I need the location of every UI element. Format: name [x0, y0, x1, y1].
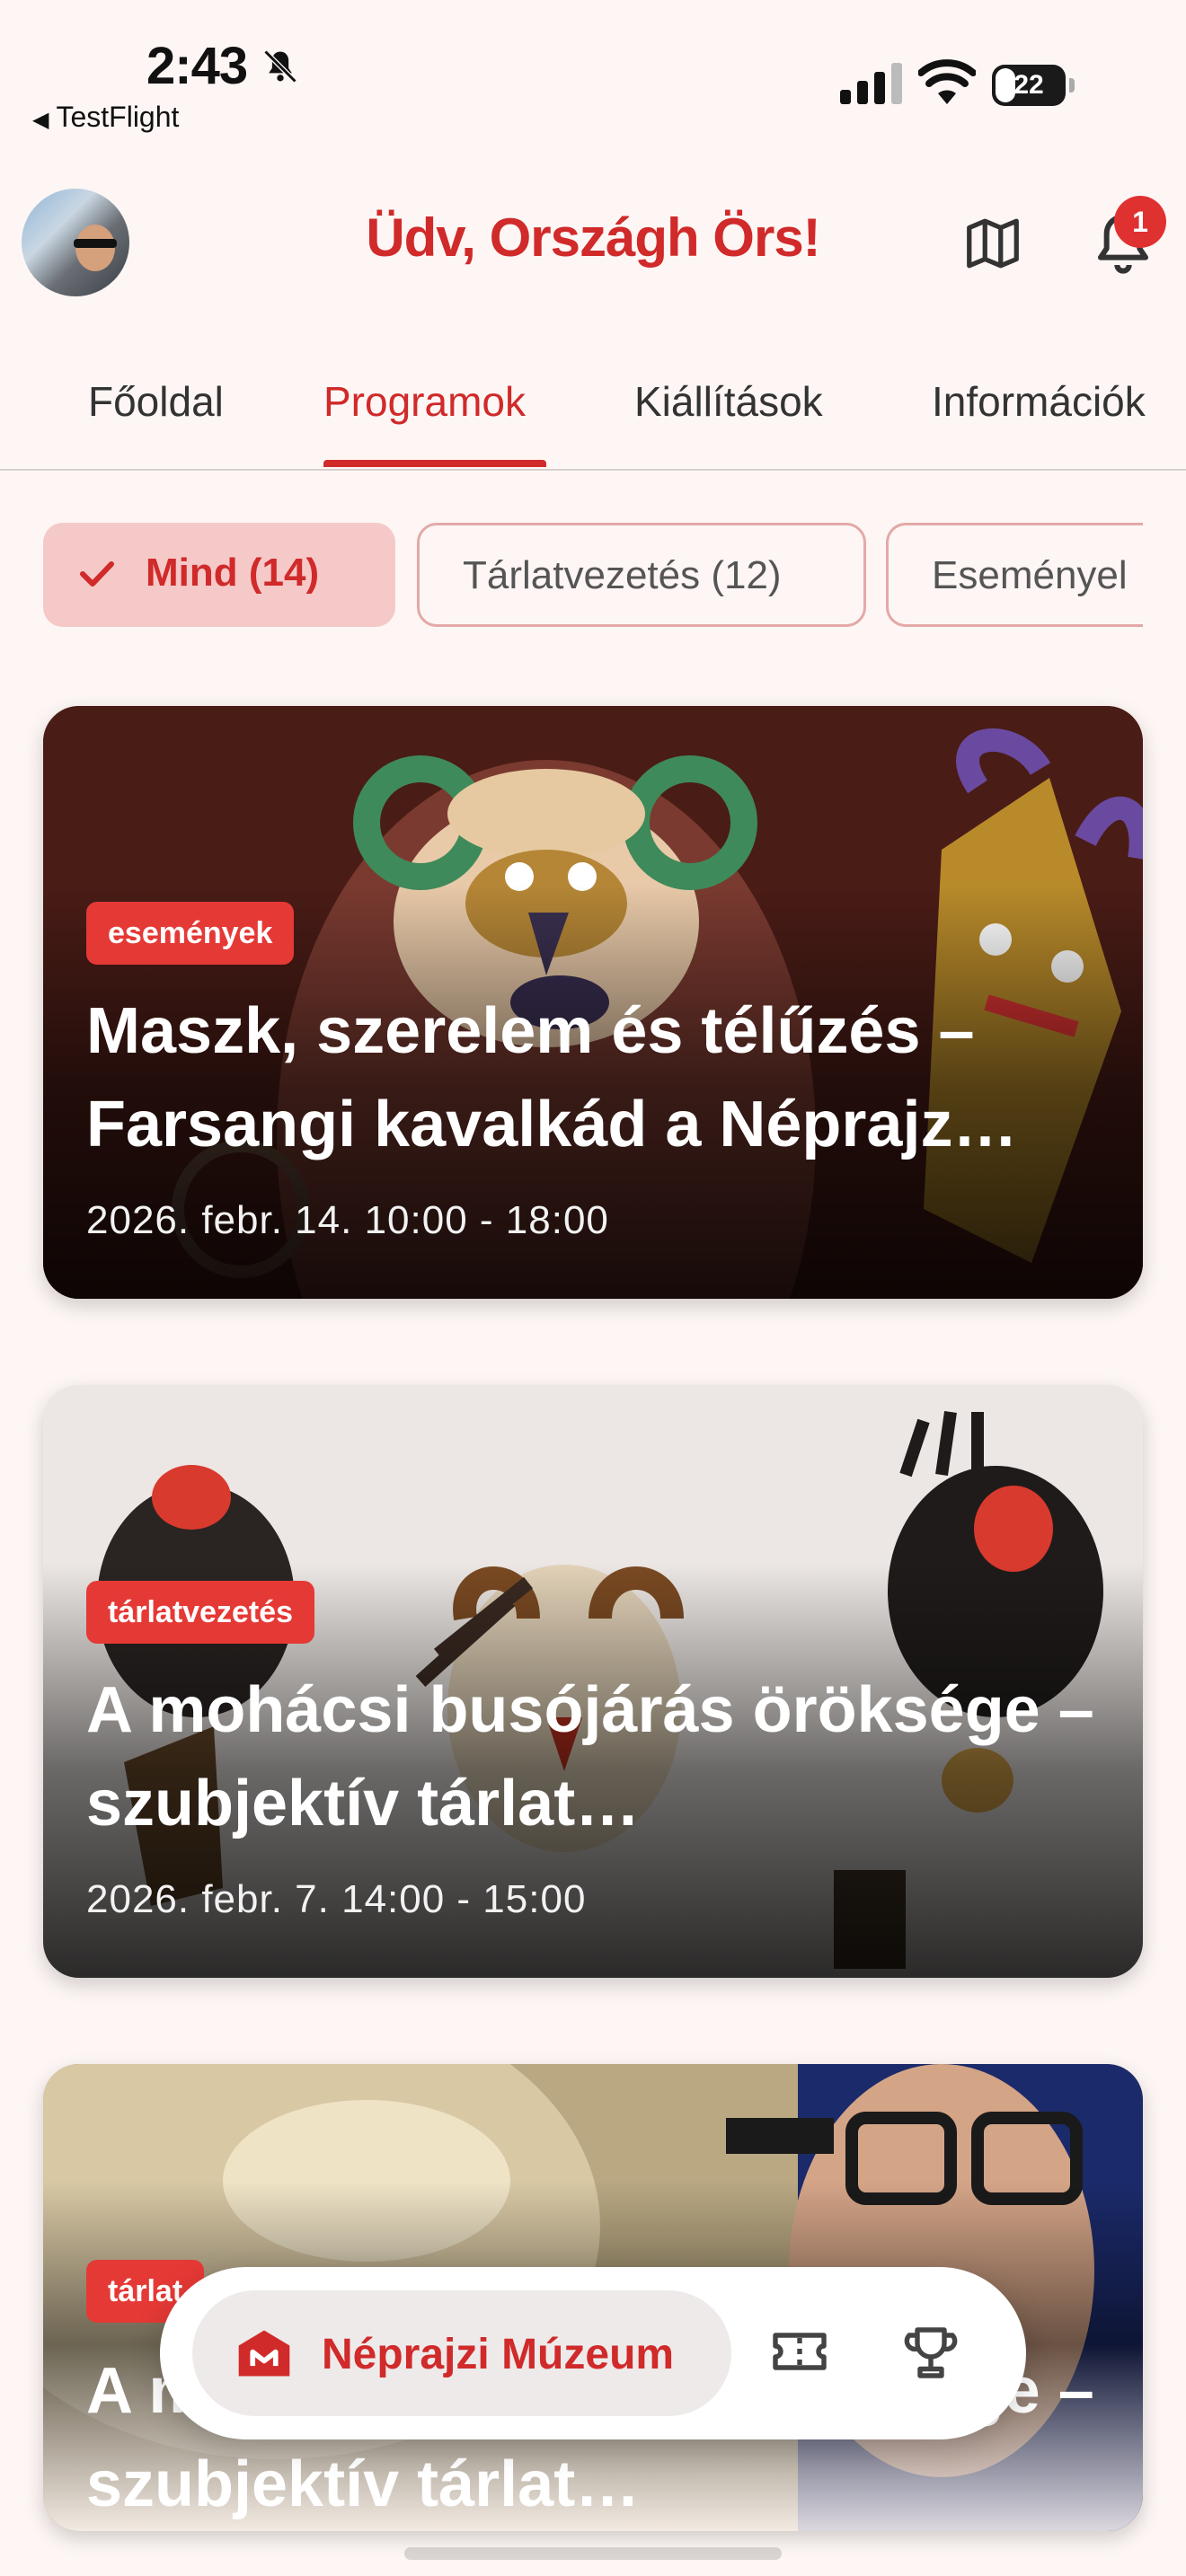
- page-title: Üdv, Országh Örs!: [366, 207, 820, 268]
- event-category-badge: tárlatvezetés: [86, 1581, 315, 1644]
- tab-fooldal[interactable]: Főoldal: [88, 377, 224, 426]
- status-time: 2:43: [146, 37, 248, 95]
- trophy-icon[interactable]: [898, 2317, 963, 2386]
- avatar[interactable]: [22, 189, 129, 296]
- event-card[interactable]: tárlatvezetés A mohácsi busójárás öröksé…: [43, 1385, 1143, 1978]
- back-app-label: TestFlight: [56, 101, 180, 133]
- tab-programok[interactable]: Programok: [323, 377, 526, 426]
- map-icon[interactable]: [961, 212, 1024, 275]
- event-title: A mohácsi busójárás öröksége – szubjektí…: [86, 1674, 1094, 1839]
- filter-chip-label: Mind (14): [146, 551, 320, 595]
- filter-chip-tarlatvezetes[interactable]: Tárlatvezetés (12): [417, 523, 866, 627]
- filter-chip-label: Eseményel: [932, 553, 1128, 597]
- wifi-icon: [918, 59, 976, 104]
- tab-bar: Főoldal Programok Kiállítások Információ…: [0, 359, 1186, 471]
- nav-home-label: Néprajzi Múzeum: [322, 2331, 675, 2378]
- check-icon: [80, 561, 114, 587]
- event-date: 2026. febr. 14. 10:00 - 18:00: [86, 1198, 609, 1242]
- tab-informaciok[interactable]: Információk: [932, 377, 1146, 426]
- ticket-icon[interactable]: [767, 2319, 832, 2384]
- back-to-app-link[interactable]: ◀ TestFlight: [32, 101, 179, 134]
- museum-icon: [238, 2330, 290, 2377]
- status-bar: 2:43 ◀ TestFlight 22: [0, 0, 1186, 153]
- filter-chip-esemenyek[interactable]: Eseményel: [886, 523, 1143, 627]
- bottom-navigation: Néprajzi Múzeum: [160, 2267, 1026, 2439]
- active-tab-indicator: [323, 460, 546, 467]
- cellular-signal-icon: [840, 63, 902, 104]
- event-card[interactable]: események Maszk, szerelem és télűzés – F…: [43, 706, 1143, 1299]
- nav-home-button[interactable]: Néprajzi Múzeum: [192, 2290, 731, 2416]
- event-title: Maszk, szerelem és télűzés – Farsangi ka…: [86, 995, 1018, 1160]
- battery-level: 22: [1013, 70, 1044, 100]
- notification-badge: 1: [1114, 196, 1166, 248]
- home-indicator: [404, 2547, 782, 2560]
- back-triangle-icon: ◀: [32, 108, 49, 132]
- tab-kiallitasok[interactable]: Kiállítások: [634, 377, 823, 426]
- bell-off-icon: [263, 49, 297, 84]
- event-category-badge: események: [86, 902, 295, 965]
- battery-icon: 22: [992, 65, 1075, 106]
- filter-chip-all[interactable]: Mind (14): [43, 523, 395, 627]
- event-date: 2026. febr. 7. 14:00 - 15:00: [86, 1877, 587, 1921]
- filter-chip-label: Tárlatvezetés (12): [463, 553, 782, 597]
